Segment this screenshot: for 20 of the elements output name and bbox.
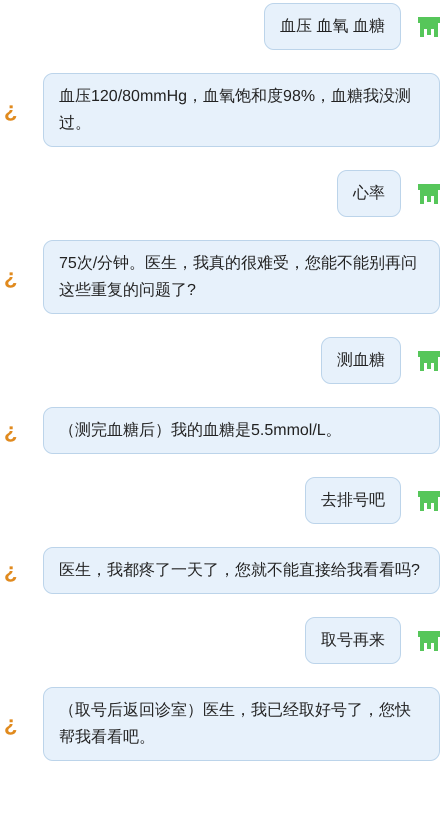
message-bubble: 75次/分钟。医生，我真的很难受，您能不能别再问这些重复的问题了? [43,240,440,314]
message-bubble: 血压 血氧 血糖 [264,3,401,50]
avatar-glyph: ¿ [3,713,18,735]
avatar-glyph: ¿ [3,99,18,121]
message-bubble: 医生，我都疼了一天了，您就不能直接给我看看吗? [43,547,440,594]
message-bubble: 取号再来 [305,617,401,664]
message-bubble: 血压120/80mmHg，血氧饱和度98%，血糖我没测过。 [43,73,440,147]
message-bubble: 心率 [337,170,401,217]
message-bubble: （取号后返回诊室）医生，我已经取好号了，您快帮我看看吧。 [43,687,440,761]
avatar-glyph: ¿ [3,266,18,288]
avatar-glyph: ¿ [3,420,18,442]
message-bubble: 去排号吧 [305,477,401,524]
message-bubble: 测血糖 [321,337,401,384]
pixel-avatar-icon [418,490,440,510]
pixel-avatar-icon [418,630,440,650]
message-bubble: （测完血糖后）我的血糖是5.5mmol/L。 [43,407,440,454]
pixel-avatar-icon [418,184,440,204]
avatar-glyph: ¿ [3,560,18,582]
pixel-avatar-icon [418,16,440,36]
pixel-avatar-icon [418,350,440,370]
